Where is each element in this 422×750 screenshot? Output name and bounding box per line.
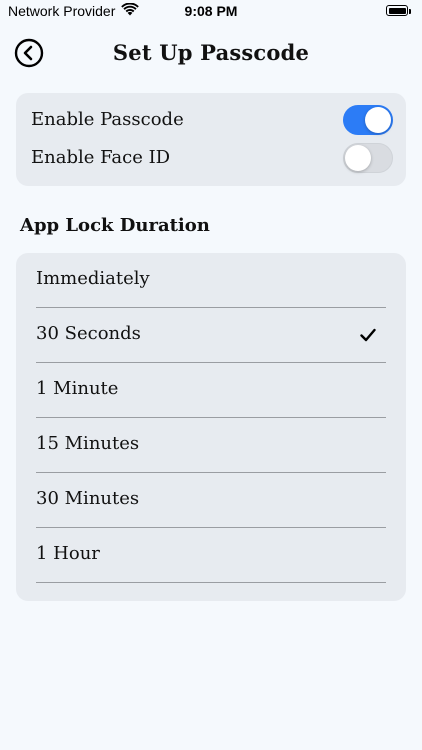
lock-duration-options-card: Immediately 30 Seconds 1 Minute 15 Minut…	[16, 253, 406, 601]
enable-passcode-label: Enable Passcode	[31, 109, 184, 130]
toggle-knob	[345, 145, 371, 171]
checkmark-icon	[360, 328, 376, 342]
header: Set Up Passcode	[0, 30, 422, 76]
duration-option-30-seconds[interactable]: 30 Seconds	[36, 308, 386, 363]
duration-option-1-hour[interactable]: 1 Hour	[36, 528, 386, 583]
option-label: 1 Minute	[36, 378, 119, 399]
option-label: 30 Seconds	[36, 323, 141, 344]
battery-icon	[386, 4, 414, 19]
security-toggles-card: Enable Passcode Enable Face ID	[16, 93, 406, 186]
status-time: 9:08 PM	[184, 3, 238, 19]
duration-option-immediately[interactable]: Immediately	[36, 253, 386, 308]
option-label: 30 Minutes	[36, 488, 140, 509]
option-label: 1 Hour	[36, 543, 100, 564]
toggle-knob	[365, 107, 391, 133]
enable-face-id-row: Enable Face ID	[16, 139, 406, 179]
enable-passcode-row: Enable Passcode	[16, 101, 406, 141]
duration-option-1-minute[interactable]: 1 Minute	[36, 363, 386, 418]
option-label: Immediately	[36, 268, 150, 289]
enable-face-id-label: Enable Face ID	[31, 147, 171, 168]
status-bar: Network Provider 9:08 PM	[0, 0, 422, 24]
app-lock-duration-heading: App Lock Duration	[20, 215, 210, 236]
enable-face-id-toggle[interactable]	[343, 143, 393, 173]
option-label: 15 Minutes	[36, 433, 140, 454]
duration-option-30-minutes[interactable]: 30 Minutes	[36, 473, 386, 528]
enable-passcode-toggle[interactable]	[343, 105, 393, 135]
duration-option-15-minutes[interactable]: 15 Minutes	[36, 418, 386, 473]
page-title: Set Up Passcode	[112, 40, 310, 65]
